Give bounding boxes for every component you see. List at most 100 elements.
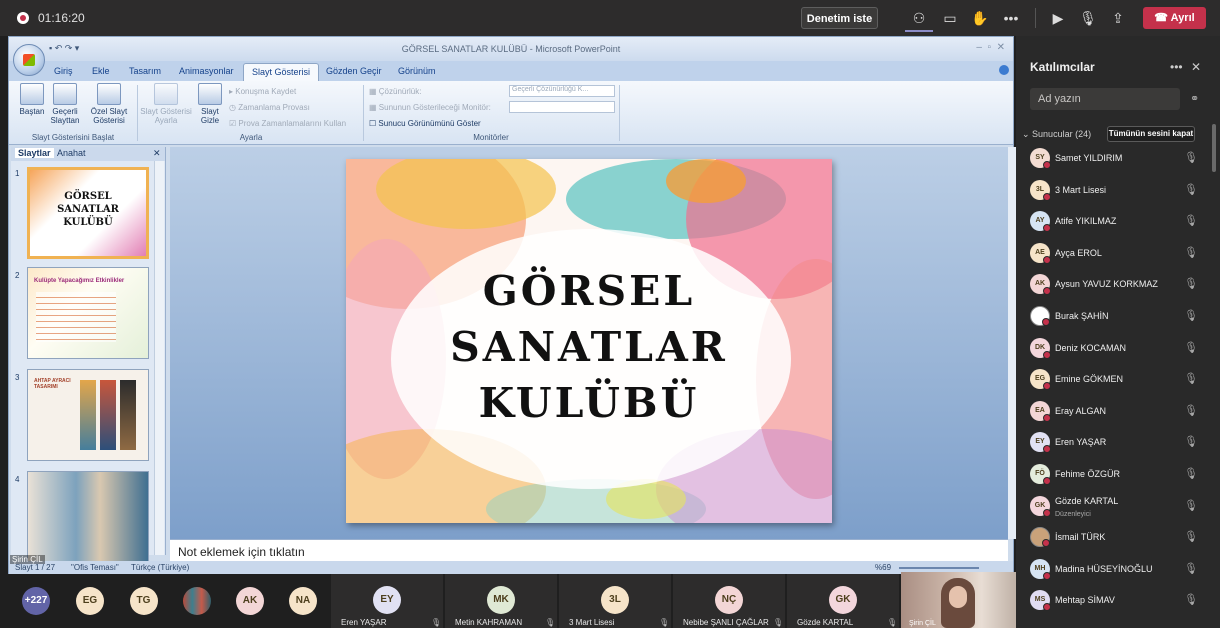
share-invite-icon[interactable]: ⚭ bbox=[1190, 92, 1199, 105]
participant-name: Ayça EROL bbox=[1055, 247, 1102, 258]
tab-view[interactable]: Görünüm bbox=[398, 66, 436, 76]
more-options-icon[interactable]: ••• bbox=[1001, 8, 1021, 28]
participant-tile[interactable]: GK Gözde KARTAL 🎙 bbox=[787, 574, 900, 628]
zoom-level[interactable]: %69 bbox=[875, 563, 891, 572]
mute-all-button[interactable]: Tümünün sesini kapat bbox=[1107, 126, 1195, 142]
tab-home[interactable]: Giriş bbox=[54, 66, 73, 76]
participant-row[interactable]: SY Samet YILDIRIM 🎙 bbox=[1016, 143, 1220, 174]
notes-pane[interactable]: Not eklemek için tıklatın bbox=[170, 539, 1008, 561]
resolution-select[interactable]: Geçerli Çözünürlüğü K... bbox=[509, 85, 615, 97]
tab-design[interactable]: Tasarım bbox=[129, 66, 161, 76]
hide-slide-button[interactable]: Slayt Gizle bbox=[197, 83, 223, 125]
participant-tile[interactable]: MK Metin KAHRAMAN 🎙 bbox=[445, 574, 558, 628]
camera-off-icon[interactable]: ▶ bbox=[1048, 8, 1068, 28]
close-icon[interactable]: ✕ bbox=[1191, 60, 1201, 74]
mic-muted-icon[interactable]: 🎙 bbox=[1184, 372, 1198, 385]
slide-thumbnail-2[interactable]: Kulüpte Yapacağımız Etkinlikler bbox=[27, 267, 149, 359]
gallery-avatar-photo[interactable] bbox=[183, 587, 211, 615]
participant-row[interactable]: Düzenleyici GK Gözde KARTAL 🎙 bbox=[1016, 491, 1220, 522]
avatar: AY bbox=[1030, 211, 1051, 233]
mic-muted-icon[interactable]: 🎙 bbox=[1184, 214, 1198, 227]
mic-off-icon[interactable]: 🎙 bbox=[1078, 8, 1098, 28]
tab-review[interactable]: Gözden Geçir bbox=[326, 66, 382, 76]
participant-row[interactable]: İsmail TÜRK 🎙 bbox=[1016, 522, 1220, 553]
status-language[interactable]: Türkçe (Türkiye) bbox=[131, 563, 189, 572]
thumb1-line: GÖRSEL bbox=[64, 191, 112, 202]
participant-row[interactable]: 3L 3 Mart Lisesi 🎙 bbox=[1016, 175, 1220, 206]
leave-button[interactable]: ☎ Ayrıl bbox=[1143, 7, 1206, 29]
custom-show-label: Özel Slayt Gösterisi bbox=[90, 107, 128, 125]
participant-row[interactable]: EA Eray ALGAN 🎙 bbox=[1016, 396, 1220, 427]
participant-tile[interactable]: EY Eren YAŞAR 🎙 bbox=[331, 574, 444, 628]
participant-name: Samet YILDIRIM bbox=[1055, 153, 1123, 163]
setup-show-button[interactable]: Slayt Gösterisi Ayarla bbox=[139, 83, 193, 125]
tab-slideshow[interactable]: Slayt Gösterisi bbox=[243, 63, 320, 81]
mic-muted-icon[interactable]: 🎙 bbox=[1184, 151, 1198, 164]
share-screen-icon[interactable]: ⇪ bbox=[1108, 8, 1128, 28]
mic-muted-icon[interactable]: 🎙 bbox=[1184, 341, 1198, 354]
request-control-button[interactable]: Denetim iste bbox=[801, 7, 878, 29]
people-icon[interactable]: ⚇ bbox=[909, 8, 929, 28]
thumbnail-scrollbar[interactable] bbox=[154, 161, 164, 555]
mic-muted-icon[interactable]: 🎙 bbox=[1184, 404, 1198, 417]
from-start-button[interactable]: Baştan bbox=[17, 83, 47, 116]
participant-row[interactable]: MS Mehtap SİMAV 🎙 bbox=[1016, 585, 1220, 616]
close-pane-icon[interactable]: ✕ bbox=[153, 148, 161, 159]
tab-slides[interactable]: Slaytlar bbox=[15, 148, 54, 158]
participant-row[interactable]: MH Madina HÜSEYİNOĞLU 🎙 bbox=[1016, 554, 1220, 585]
mic-muted-icon[interactable]: 🎙 bbox=[1184, 183, 1198, 196]
mic-muted-icon[interactable]: 🎙 bbox=[1184, 467, 1198, 480]
participant-tile[interactable]: 3L 3 Mart Lisesi 🎙 bbox=[559, 574, 672, 628]
participant-row[interactable]: FÖ Fehime ÖZGÜR 🎙 bbox=[1016, 459, 1220, 490]
slide-scrollbar[interactable] bbox=[1008, 147, 1016, 539]
mic-muted-icon[interactable]: 🎙 bbox=[1184, 593, 1198, 606]
monitor-select[interactable] bbox=[509, 101, 615, 113]
from-current-button[interactable]: Geçerli Slayttan bbox=[49, 83, 81, 125]
mic-muted-icon[interactable]: 🎙 bbox=[1184, 277, 1198, 290]
presenters-section-header[interactable]: ⌄ Sunucular (24) bbox=[1022, 129, 1091, 140]
participant-row[interactable]: AY Atife YIKILMAZ 🎙 bbox=[1016, 206, 1220, 237]
rehearse-button[interactable]: ◷ Zamanlama Provası bbox=[229, 103, 310, 112]
mic-muted-icon[interactable]: 🎙 bbox=[1184, 499, 1198, 512]
participant-row[interactable]: DK Deniz KOCAMAN 🎙 bbox=[1016, 333, 1220, 364]
help-icon[interactable] bbox=[999, 65, 1009, 75]
mic-muted-icon[interactable]: 🎙 bbox=[1184, 562, 1198, 575]
mic-muted-icon[interactable]: 🎙 bbox=[1184, 246, 1198, 259]
raise-hand-icon[interactable]: ✋ bbox=[970, 8, 990, 28]
participant-row[interactable]: AK Aysun YAVUZ KORKMAZ 🎙 bbox=[1016, 269, 1220, 300]
avatar bbox=[1030, 306, 1050, 326]
rehearse-label: Zamanlama Provası bbox=[238, 103, 310, 112]
slide-thumbnail-1[interactable]: GÖRSEL SANATLAR KULÜBÜ bbox=[27, 167, 149, 259]
current-slide[interactable]: GÖRSEL SANATLAR KULÜBÜ bbox=[346, 159, 832, 523]
tab-animations[interactable]: Animasyonlar bbox=[179, 66, 234, 76]
mic-muted-icon[interactable]: 🎙 bbox=[1184, 435, 1198, 448]
gallery-avatar[interactable]: AK bbox=[236, 587, 264, 615]
tab-insert[interactable]: Ekle bbox=[92, 66, 110, 76]
mic-muted-icon[interactable]: 🎙 bbox=[1184, 309, 1198, 322]
participant-row[interactable]: EY Eren YAŞAR 🎙 bbox=[1016, 427, 1220, 458]
presenter-view-checkbox[interactable]: ☐ Sunucu Görünümünü Göster bbox=[369, 119, 481, 128]
participant-row[interactable]: EG Emine GÖKMEN 🎙 bbox=[1016, 364, 1220, 395]
gallery-avatar[interactable]: NA bbox=[289, 587, 317, 615]
from-current-label: Geçerli Slayttan bbox=[50, 107, 80, 125]
office-button[interactable] bbox=[13, 44, 45, 76]
tab-outline[interactable]: Anahat bbox=[57, 148, 86, 158]
mic-muted-icon[interactable]: 🎙 bbox=[1184, 530, 1198, 543]
participant-search-input[interactable]: Ad yazın bbox=[1030, 88, 1180, 110]
zoom-slider[interactable] bbox=[899, 567, 979, 569]
gallery-avatar[interactable]: TG bbox=[129, 587, 158, 615]
custom-show-button[interactable]: Özel Slayt Gösterisi bbox=[87, 83, 131, 125]
window-controls[interactable]: – ▫ ✕ bbox=[976, 42, 1005, 53]
record-narration-button[interactable]: ▸ Konuşma Kaydet bbox=[229, 87, 296, 96]
more-options-icon[interactable]: ••• bbox=[1170, 60, 1183, 74]
slide-thumbnail-4[interactable] bbox=[27, 471, 149, 563]
overflow-participants-button[interactable]: +227 bbox=[22, 587, 50, 615]
gallery-avatar[interactable]: EG bbox=[76, 587, 104, 615]
participant-row[interactable]: AE Ayça EROL 🎙 bbox=[1016, 238, 1220, 269]
presenter-video-tile[interactable]: Şirin ÇİL bbox=[901, 572, 1016, 628]
slide-thumbnail-3[interactable]: AHTAP AYRACI TASARIMI bbox=[27, 369, 149, 461]
use-timings-checkbox[interactable]: ☑ Prova Zamanlamalarını Kullan bbox=[229, 119, 346, 128]
participant-tile[interactable]: NÇ Nebibe ŞANLI ÇAĞLAR 🎙 bbox=[673, 574, 786, 628]
chat-icon[interactable]: ▭ bbox=[940, 8, 960, 28]
participant-row[interactable]: Burak ŞAHİN 🎙 bbox=[1016, 301, 1220, 332]
